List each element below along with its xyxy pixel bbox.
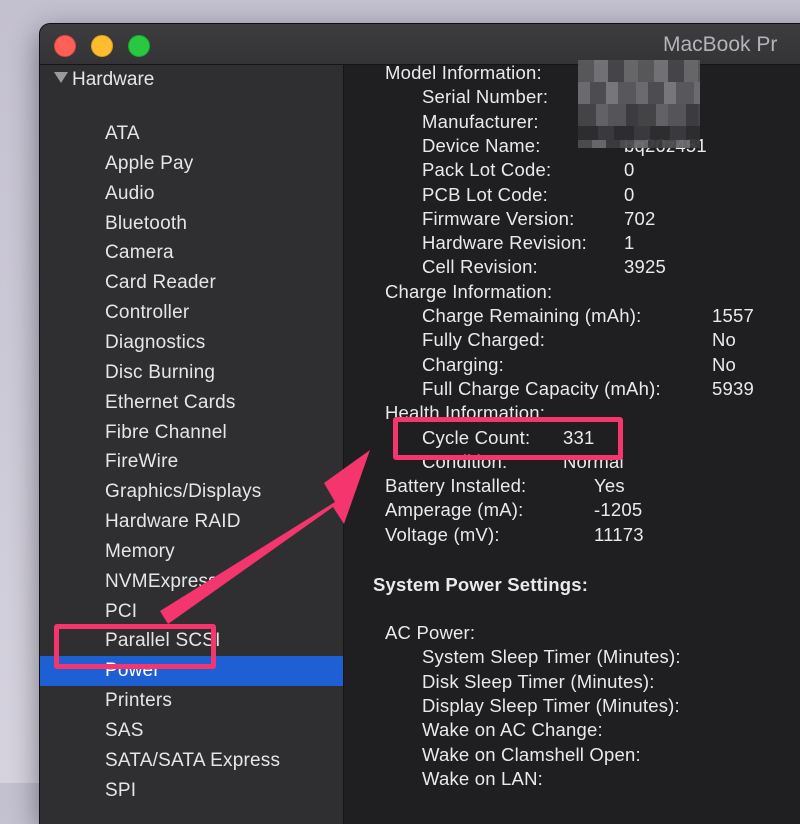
- detail-value: 1: [624, 232, 635, 254]
- sidebar-item-spi[interactable]: SPI: [40, 776, 343, 806]
- sidebar-item-label: Graphics/Displays: [105, 477, 262, 507]
- sidebar-item-nvmexpress[interactable]: NVMExpress: [40, 567, 343, 597]
- sidebar-item-label: Camera: [105, 238, 174, 268]
- power-item-highlight: [54, 624, 216, 669]
- detail-value: No: [712, 329, 736, 351]
- sidebar-item-label: ATA: [105, 119, 140, 149]
- detail-label: Wake on Clamshell Open:: [422, 744, 641, 766]
- detail-value: 1557: [712, 305, 754, 327]
- detail-label: Charging:: [422, 354, 504, 376]
- charge-information-heading: Charge Information:: [385, 281, 552, 303]
- sidebar-item-label: Hardware RAID: [105, 507, 241, 537]
- detail-value: Yes: [594, 475, 625, 497]
- sidebar-item-card-reader[interactable]: Card Reader: [40, 268, 343, 298]
- sidebar-item-fibre-channel[interactable]: Fibre Channel: [40, 418, 343, 448]
- system-power-settings-heading: System Power Settings:: [373, 574, 588, 596]
- detail-value: 3925: [624, 256, 666, 278]
- sidebar-item-label: NVMExpress: [105, 567, 218, 597]
- sidebar-item-diagnostics[interactable]: Diagnostics: [40, 328, 343, 358]
- sidebar-item-label: Card Reader: [105, 268, 216, 298]
- sidebar-item-label: Audio: [105, 179, 155, 209]
- sidebar-item-label: Memory: [105, 537, 175, 567]
- detail-label: Full Charge Capacity (mAh):: [422, 378, 661, 400]
- detail-label: Device Name:: [422, 135, 541, 157]
- detail-label: Firmware Version:: [422, 208, 574, 230]
- sidebar-item-apple-pay[interactable]: Apple Pay: [40, 149, 343, 179]
- detail-label: Manufacturer:: [422, 111, 539, 133]
- sidebar-item-pci[interactable]: PCI: [40, 597, 343, 627]
- detail-label: Wake on LAN:: [422, 768, 543, 790]
- serial-number-redaction: [578, 60, 700, 148]
- sidebar-item-label: Fibre Channel: [105, 418, 227, 448]
- sidebar-group-hardware[interactable]: Hardware: [54, 69, 154, 91]
- detail-label: Pack Lot Code:: [422, 159, 551, 181]
- detail-value: 0: [624, 184, 635, 206]
- detail-label: Voltage (mV):: [385, 524, 500, 546]
- model-information-heading: Model Information:: [385, 62, 542, 84]
- detail-label: Wake on AC Change:: [422, 719, 603, 741]
- sidebar-item-camera[interactable]: Camera: [40, 238, 343, 268]
- detail-value: -1205: [594, 499, 642, 521]
- detail-label: Serial Number:: [422, 86, 548, 108]
- sidebar-item-label: Controller: [105, 298, 189, 328]
- sidebar-item-sas[interactable]: SAS: [40, 716, 343, 746]
- detail-label: Display Sleep Timer (Minutes):: [422, 695, 680, 717]
- sidebar-item-label: Apple Pay: [105, 149, 193, 179]
- sidebar-item-label: Printers: [105, 686, 172, 716]
- detail-value: 11173: [594, 524, 644, 546]
- sidebar-item-label: Diagnostics: [105, 328, 205, 358]
- detail-label: Disk Sleep Timer (Minutes):: [422, 671, 655, 693]
- disclosure-triangle-icon[interactable]: [54, 72, 68, 83]
- sidebar-group-label: Hardware: [72, 69, 154, 90]
- ac-power-heading: AC Power:: [385, 622, 475, 644]
- detail-value: No: [712, 354, 736, 376]
- detail-label: Hardware Revision:: [422, 232, 587, 254]
- sidebar-item-sata-sata-express[interactable]: SATA/SATA Express: [40, 746, 343, 776]
- sidebar: Hardware ATAApple PayAudioBluetoothCamer…: [40, 65, 344, 824]
- sidebar-item-graphics-displays[interactable]: Graphics/Displays: [40, 477, 343, 507]
- sidebar-item-label: SAS: [105, 716, 144, 746]
- detail-value: 5939: [712, 378, 754, 400]
- sidebar-item-label: Disc Burning: [105, 358, 215, 388]
- sidebar-item-disc-burning[interactable]: Disc Burning: [40, 358, 343, 388]
- sidebar-item-label: SPI: [105, 776, 136, 806]
- cycle-count-highlight: [393, 417, 623, 460]
- detail-value: 0: [624, 159, 635, 181]
- detail-label: Cell Revision:: [422, 256, 538, 278]
- detail-label: PCB Lot Code:: [422, 184, 548, 206]
- sidebar-item-bluetooth[interactable]: Bluetooth: [40, 209, 343, 239]
- detail-label: Amperage (mA):: [385, 499, 524, 521]
- sidebar-item-hardware-raid[interactable]: Hardware RAID: [40, 507, 343, 537]
- sidebar-item-label: PCI: [105, 597, 137, 627]
- sidebar-item-audio[interactable]: Audio: [40, 179, 343, 209]
- detail-label: Fully Charged:: [422, 329, 545, 351]
- minimize-window-button[interactable]: [91, 35, 113, 57]
- detail-label: Charge Remaining (mAh):: [422, 305, 642, 327]
- zoom-window-button[interactable]: [128, 35, 150, 57]
- sidebar-item-label: Bluetooth: [105, 209, 187, 239]
- close-window-button[interactable]: [54, 35, 76, 57]
- sidebar-item-controller[interactable]: Controller: [40, 298, 343, 328]
- detail-label: System Sleep Timer (Minutes):: [422, 646, 681, 668]
- sidebar-item-ethernet-cards[interactable]: Ethernet Cards: [40, 388, 343, 418]
- sidebar-item-label: SATA/SATA Express: [105, 746, 280, 776]
- sidebar-item-printers[interactable]: Printers: [40, 686, 343, 716]
- detail-value: 702: [624, 208, 655, 230]
- sidebar-item-ata[interactable]: ATA: [40, 119, 343, 149]
- sidebar-item-firewire[interactable]: FireWire: [40, 447, 343, 477]
- title-bar[interactable]: MacBook Pr: [40, 24, 800, 65]
- detail-label: Battery Installed:: [385, 475, 526, 497]
- sidebar-item-memory[interactable]: Memory: [40, 537, 343, 567]
- sidebar-item-label: FireWire: [105, 447, 178, 477]
- window-title: MacBook Pr: [663, 33, 777, 57]
- sidebar-item-label: Ethernet Cards: [105, 388, 236, 418]
